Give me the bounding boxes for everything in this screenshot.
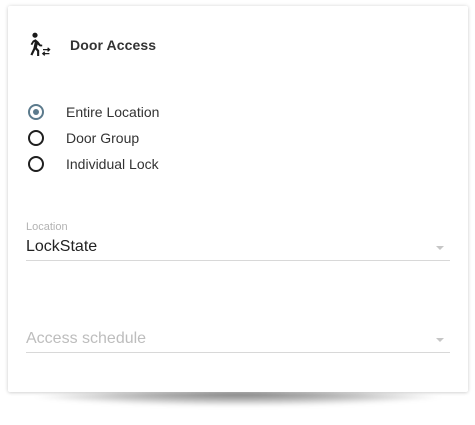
radio-label: Door Group	[66, 130, 140, 146]
access-schedule-field: Access schedule	[26, 326, 450, 353]
chevron-down-icon[interactable]	[436, 338, 444, 342]
door-access-icon	[26, 31, 52, 59]
radio-label: Entire Location	[66, 104, 160, 120]
location-select[interactable]: LockState	[26, 234, 450, 261]
access-scope-radio-group: Entire Location Door Group Individual Lo…	[28, 99, 159, 177]
access-schedule-placeholder: Access schedule	[26, 330, 147, 347]
radio-label: Individual Lock	[66, 156, 159, 172]
radio-door-group[interactable]: Door Group	[28, 125, 159, 151]
card-title: Door Access	[70, 37, 157, 53]
location-value: LockState	[26, 238, 98, 255]
radio-entire-location[interactable]: Entire Location	[28, 99, 159, 125]
radio-individual-lock[interactable]: Individual Lock	[28, 151, 159, 177]
radio-button-checked[interactable]	[28, 104, 44, 120]
location-caption: Location	[26, 221, 68, 233]
radio-button[interactable]	[28, 156, 44, 172]
card-shadow	[20, 392, 456, 406]
access-schedule-select[interactable]: Access schedule	[26, 326, 450, 353]
stage: Door Access Entire Location Door Group I…	[0, 0, 475, 425]
card-header: Door Access	[26, 30, 156, 60]
radio-button[interactable]	[28, 130, 44, 146]
location-field: Location LockState	[26, 220, 450, 261]
chevron-down-icon[interactable]	[436, 246, 444, 250]
